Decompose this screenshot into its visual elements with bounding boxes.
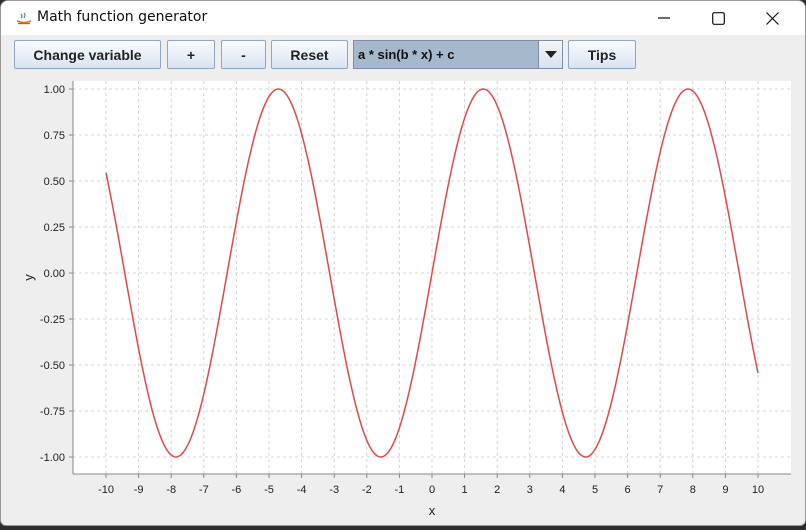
maximize-button[interactable]	[695, 1, 741, 35]
x-tick-label: -4	[297, 484, 307, 496]
x-tick-label: -1	[395, 484, 405, 496]
function-select[interactable]: a * sin(b * x) + c	[353, 40, 563, 69]
window-title: Math function generator	[37, 9, 208, 25]
x-tick-label: -10	[98, 484, 114, 496]
x-tick-label: -5	[264, 484, 274, 496]
x-tick-label: 3	[527, 484, 533, 496]
title-bar[interactable]: Math function generator	[1, 1, 805, 35]
x-tick-label: 7	[657, 484, 663, 496]
increase-button[interactable]: +	[167, 40, 215, 69]
x-axis-label: x	[429, 503, 436, 518]
minimize-icon	[658, 17, 670, 19]
x-tick-label: -7	[199, 484, 209, 496]
x-tick-label: 8	[690, 484, 696, 496]
chevron-down-icon	[544, 50, 557, 58]
x-tick-label: -9	[134, 484, 144, 496]
x-tick-label: -8	[166, 484, 176, 496]
x-tick-label: 2	[494, 484, 500, 496]
y-tick-label: 1.00	[44, 84, 65, 96]
y-tick-label: 0.00	[44, 268, 65, 280]
dropdown-arrow-button[interactable]	[538, 41, 562, 68]
app-window: Math function generator Change variable …	[0, 0, 806, 526]
y-axis-label: y	[21, 274, 36, 281]
toolbar: Change variable + - Reset a * sin(b * x)…	[1, 35, 805, 71]
x-tick-label: 9	[722, 484, 728, 496]
y-tick-label: -0.25	[40, 314, 65, 326]
minimize-button[interactable]	[641, 1, 687, 35]
y-tick-label: -1.00	[40, 452, 65, 464]
change-variable-button[interactable]: Change variable	[14, 40, 161, 69]
x-tick-label: -6	[232, 484, 242, 496]
x-tick-label: 6	[625, 484, 631, 496]
x-tick-label: 1	[462, 484, 468, 496]
x-tick-label: 10	[752, 484, 764, 496]
function-select-value: a * sin(b * x) + c	[358, 47, 455, 62]
close-button[interactable]	[749, 1, 795, 35]
y-tick-label: 0.50	[44, 176, 65, 188]
plot-background	[73, 81, 791, 474]
plot-panel: -10 -9 -8 -7 -6 -5 -4 -3 -2 -1 0 1 2 3 4 5 6 7 8 9 10 -1.00 -0…	[1, 71, 805, 525]
x-tick-label: -2	[362, 484, 372, 496]
java-app-icon	[16, 12, 32, 25]
reset-button[interactable]: Reset	[271, 40, 348, 69]
x-tick-label: -3	[329, 484, 339, 496]
decrease-button[interactable]: -	[221, 40, 266, 69]
maximize-icon	[711, 11, 725, 25]
x-tick-label: 4	[559, 484, 565, 496]
function-chart: -10 -9 -8 -7 -6 -5 -4 -3 -2 -1 0 1 2 3 4 5 6 7 8 9 10-1.00-0…	[21, 81, 791, 518]
y-tick-label: -0.75	[40, 406, 65, 418]
x-tick-label: 5	[592, 484, 598, 496]
y-tick-label: 0.25	[44, 222, 65, 234]
y-tick-label: -0.50	[40, 360, 65, 372]
tips-button[interactable]: Tips	[568, 40, 636, 69]
x-tick-label: 0	[429, 484, 435, 496]
close-icon	[765, 11, 779, 25]
y-tick-label: 0.75	[44, 130, 65, 142]
